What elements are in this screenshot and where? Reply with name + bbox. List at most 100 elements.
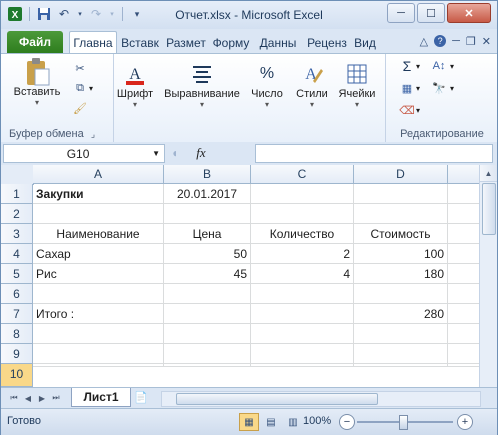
cell-a3[interactable]: Наименование [33,224,164,244]
dialog-launcher-icon[interactable]: ⌟ [91,129,95,139]
column-header-c[interactable]: C [251,165,354,184]
cell-c3[interactable]: Количество [251,224,354,244]
sort-dropdown-icon[interactable]: ▾ [448,58,456,74]
row-header[interactable]: 1 [1,184,33,204]
sort-filter-icon[interactable]: A↕ [430,58,448,74]
tab-page-layout[interactable]: Размет [164,33,208,53]
column-header-e[interactable] [448,165,480,184]
scroll-up-icon[interactable]: ▲ [480,165,497,182]
grid-cell[interactable] [354,364,448,367]
grid-cell[interactable] [448,344,480,364]
last-sheet-icon[interactable]: ⏭ [49,391,63,405]
cell-b3[interactable]: Цена [164,224,251,244]
cell-a5[interactable]: Рис [33,264,164,284]
formula-bar-expand-icon[interactable]: ◖ [171,146,178,160]
grid-cell[interactable] [354,204,448,224]
tab-view[interactable]: Вид [353,33,377,53]
normal-view-icon[interactable]: ▦ [239,413,259,431]
minimize-button[interactable]: ─ [387,3,415,23]
name-box-dropdown-icon[interactable]: ▼ [152,149,164,158]
cell-b5[interactable]: 45 [164,264,251,284]
tab-insert[interactable]: Вставк [117,33,163,53]
grid-cell[interactable] [251,324,354,344]
styles-button[interactable]: A Стили ▾ [291,60,333,109]
paste-dropdown-icon[interactable]: ▾ [11,98,63,107]
autosum-dropdown-icon[interactable]: ▾ [414,58,422,74]
tab-file[interactable]: Файл [7,31,63,53]
column-header-b[interactable]: B [164,165,251,184]
workbook-restore-icon[interactable]: ❐ [466,35,476,48]
clear-dropdown-icon[interactable]: ▾ [414,102,422,118]
cell-c4[interactable]: 2 [251,244,354,264]
vertical-scroll-thumb[interactable] [482,183,496,235]
cell-d3[interactable]: Стоимость [354,224,448,244]
prev-sheet-icon[interactable]: ◀ [21,391,35,405]
column-header-d[interactable]: D [354,165,448,184]
tab-formulas[interactable]: Форму [209,33,253,53]
grid-cell[interactable] [33,364,164,367]
grid-cell[interactable] [448,364,480,367]
cell-a1[interactable]: Закупки [33,184,164,204]
row-header[interactable]: 4 [1,244,33,264]
horizontal-scroll-thumb[interactable] [176,393,378,405]
insert-sheet-icon[interactable]: 📄 [131,390,151,405]
row-header[interactable]: 6 [1,284,33,304]
worksheet-grid[interactable]: A B C D 1 2 3 4 5 6 7 8 9 10 Закупки 20.… [1,165,497,387]
grid-cell[interactable] [448,184,480,204]
row-header[interactable]: 2 [1,204,33,224]
row-header[interactable]: 9 [1,344,33,364]
find-dropdown-icon[interactable]: ▾ [448,80,456,96]
font-button[interactable]: A Шрифт ▾ [113,60,157,109]
grid-cell[interactable] [448,204,480,224]
grid-cell[interactable] [33,324,164,344]
grid-cell[interactable] [164,204,251,224]
zoom-level[interactable]: 100% [303,415,331,427]
cut-icon[interactable]: ✂ [71,60,89,76]
zoom-in-button[interactable]: + [457,414,473,430]
page-break-view-icon[interactable]: ▥ [283,413,303,431]
grid-cell[interactable] [448,264,480,284]
cell-d7[interactable]: 280 [354,304,448,324]
cell-d5[interactable]: 180 [354,264,448,284]
grid-cell[interactable] [251,204,354,224]
zoom-slider-thumb[interactable] [399,415,408,430]
grid-cell[interactable] [251,184,354,204]
alignment-button[interactable]: Выравнивание ▾ [159,60,245,109]
grid-cell[interactable] [164,344,251,364]
row-header-selected[interactable]: 10 [1,364,33,387]
grid-cell[interactable] [448,324,480,344]
grid-cell[interactable] [33,284,164,304]
insert-function-button[interactable]: fx [196,145,205,161]
grid-cell[interactable] [251,364,354,367]
grid-cell[interactable] [164,324,251,344]
fill-dropdown-icon[interactable]: ▾ [414,80,422,96]
grid-cell[interactable] [448,224,480,244]
row-header[interactable]: 8 [1,324,33,344]
first-sheet-icon[interactable]: ⏮ [7,391,21,405]
horizontal-scrollbar[interactable] [161,391,481,407]
minimize-ribbon-icon[interactable]: △ [420,35,428,48]
tab-home[interactable]: Главна [69,31,117,54]
maximize-button[interactable]: ☐ [417,3,445,23]
help-icon[interactable]: ? [434,35,447,47]
number-button[interactable]: % Число ▾ [247,60,287,109]
workbook-minimize-icon[interactable]: ─ [452,35,460,48]
grid-cell[interactable] [354,184,448,204]
cell-b1[interactable]: 20.01.2017 [164,184,251,204]
name-box[interactable]: G10 ▼ [3,144,165,163]
find-select-icon[interactable]: 🔭 [430,80,448,96]
cells-button[interactable]: Ячейки ▾ [335,60,379,109]
grid-cell[interactable] [251,284,354,304]
grid-cell[interactable] [354,324,448,344]
format-painter-icon[interactable]: 🖌 [71,100,89,116]
column-header-a[interactable]: A [33,165,164,184]
grid-cell[interactable] [164,304,251,324]
grid-cell[interactable] [251,344,354,364]
grid-cell[interactable] [448,284,480,304]
cell-a7[interactable]: Итого : [33,304,164,324]
grid-cell[interactable] [448,304,480,324]
sheet-tab-active[interactable]: Лист1 [71,388,131,407]
workbook-close-icon[interactable]: ✕ [482,35,491,48]
cell-d4[interactable]: 100 [354,244,448,264]
formula-input[interactable] [255,144,493,163]
